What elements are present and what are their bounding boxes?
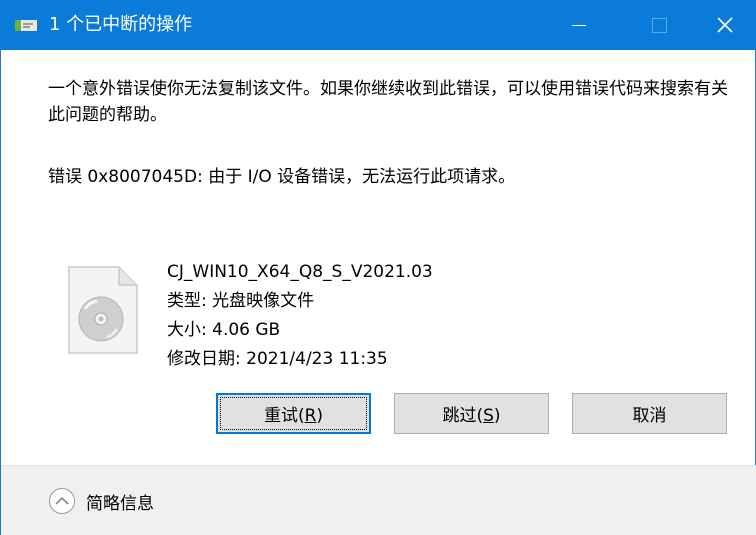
less-details-toggle[interactable]: 简略信息 xyxy=(48,487,154,515)
maximize-icon xyxy=(651,17,667,33)
error-dialog: 1 个已中断的操作 一个意外错误使你无法复制该文件。如果你继续收到此错误，可以使… xyxy=(0,0,756,535)
file-modified-date: 修改日期: 2021/4/23 11:35 xyxy=(167,349,388,369)
minimize-button[interactable] xyxy=(547,0,611,50)
chevron-up-circle-icon xyxy=(49,488,75,514)
maximize-button[interactable] xyxy=(627,0,691,50)
window-title: 1 个已中断的操作 xyxy=(49,14,193,35)
minimize-icon xyxy=(572,24,586,26)
close-icon xyxy=(717,17,733,33)
file-explorer-icon xyxy=(15,20,37,31)
title-bar[interactable]: 1 个已中断的操作 xyxy=(1,0,756,50)
error-code-text: 错误 0x8007045D: 由于 I/O 设备错误，无法运行此项请求。 xyxy=(48,167,516,187)
file-details: CJ_WIN10_X64_Q8_S_V2021.03 类型: 光盘映像文件 大小… xyxy=(167,258,433,374)
less-details-label: 简略信息 xyxy=(86,493,154,514)
error-message: 一个意外错误使你无法复制该文件。如果你继续收到此错误，可以使用错误代码来搜索有关… xyxy=(48,79,728,125)
retry-button[interactable]: 重试(R) xyxy=(216,393,371,434)
cancel-label: 取消 xyxy=(632,406,667,426)
skip-label: 跳过(S) xyxy=(442,406,501,426)
file-type: 类型: 光盘映像文件 xyxy=(167,291,315,311)
close-button[interactable] xyxy=(693,0,756,50)
file-size: 大小: 4.06 GB xyxy=(167,320,281,340)
skip-button[interactable]: 跳过(S) xyxy=(394,393,549,434)
focus-rectangle xyxy=(220,397,367,430)
dialog-footer: 简略信息 xyxy=(1,466,756,535)
file-name: CJ_WIN10_X64_Q8_S_V2021.03 xyxy=(167,262,433,282)
disc-image-file-icon xyxy=(68,266,138,354)
cancel-button[interactable]: 取消 xyxy=(572,393,727,434)
